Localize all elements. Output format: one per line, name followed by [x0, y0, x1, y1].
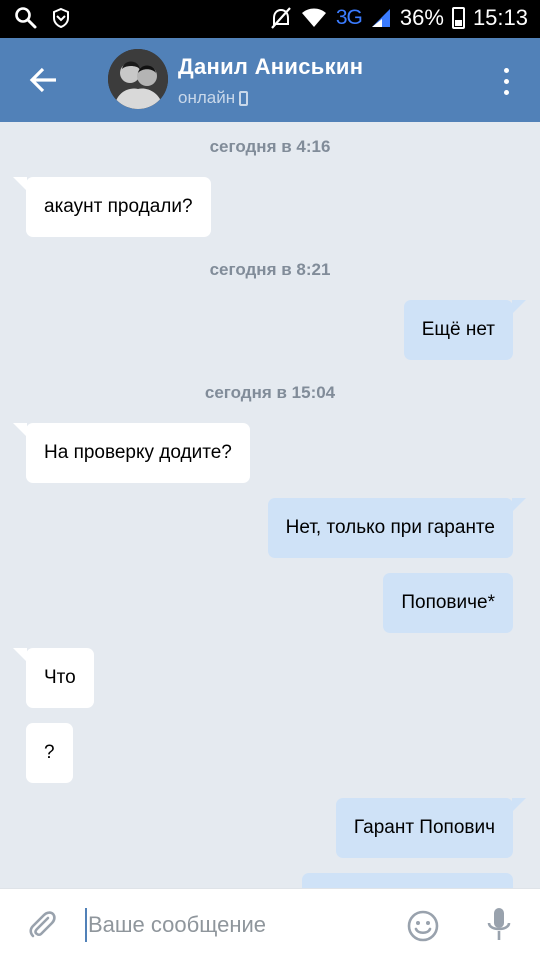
message-text: На проверку додите?: [44, 442, 232, 463]
network-type: 3G: [335, 6, 363, 29]
back-arrow-icon[interactable]: [26, 62, 62, 98]
message-outgoing[interactable]: Нет, только при гаранте: [267, 498, 526, 558]
message-list[interactable]: сегодня в 4:16 акаунт продали? сегодня в…: [0, 122, 540, 888]
emoji-icon[interactable]: [406, 909, 440, 943]
battery-percent: 36%: [399, 5, 444, 30]
signal-icon: [371, 9, 390, 27]
mute-icon: [271, 7, 291, 29]
message-outgoing[interactable]: Ещё нет: [403, 300, 526, 360]
message-input[interactable]: [88, 903, 388, 947]
message-incoming[interactable]: ?: [26, 723, 73, 783]
text-cursor: [85, 908, 87, 942]
message-outgoing[interactable]: Гарант Попович: [335, 798, 526, 858]
attach-icon[interactable]: [26, 909, 58, 941]
date-divider: сегодня в 8:21: [209, 260, 331, 279]
online-status: онлайн: [178, 88, 249, 108]
date-divider: сегодня в 4:16: [209, 137, 331, 156]
search-icon: [15, 7, 37, 29]
more-vertical-icon[interactable]: [496, 66, 516, 98]
message-text: Нет, только при гаранте: [285, 517, 495, 538]
avatar[interactable]: [108, 49, 168, 109]
message-text: акаунт продали?: [44, 196, 193, 217]
message-text: Гарант Попович: [353, 817, 495, 838]
mobile-phone-icon: [239, 90, 249, 106]
message-composer: [0, 888, 540, 960]
message-text: Поповиче*: [401, 592, 495, 613]
battery-icon: [451, 7, 465, 29]
microphone-icon[interactable]: [484, 905, 514, 945]
wifi-icon: [301, 8, 326, 27]
status-bar: 3G 36% 15:13: [0, 0, 540, 38]
online-status-label: онлайн: [178, 88, 236, 107]
message-text: ?: [44, 742, 55, 763]
message-text: Что: [44, 667, 76, 688]
message-incoming[interactable]: Что: [13, 648, 94, 708]
shield-icon: [53, 7, 69, 29]
message-outgoing-partial[interactable]: [302, 873, 513, 888]
clock: 15:13: [472, 5, 528, 30]
message-incoming[interactable]: акаунт продали?: [13, 177, 211, 237]
message-incoming[interactable]: На проверку додите?: [13, 423, 250, 483]
contact-name[interactable]: Данил Аниськин: [178, 54, 363, 80]
message-outgoing[interactable]: Поповиче*: [383, 573, 513, 633]
date-divider: сегодня в 15:04: [204, 383, 336, 402]
message-text: Ещё нет: [421, 319, 495, 340]
chat-header: Данил Аниськин онлайн: [0, 38, 540, 122]
